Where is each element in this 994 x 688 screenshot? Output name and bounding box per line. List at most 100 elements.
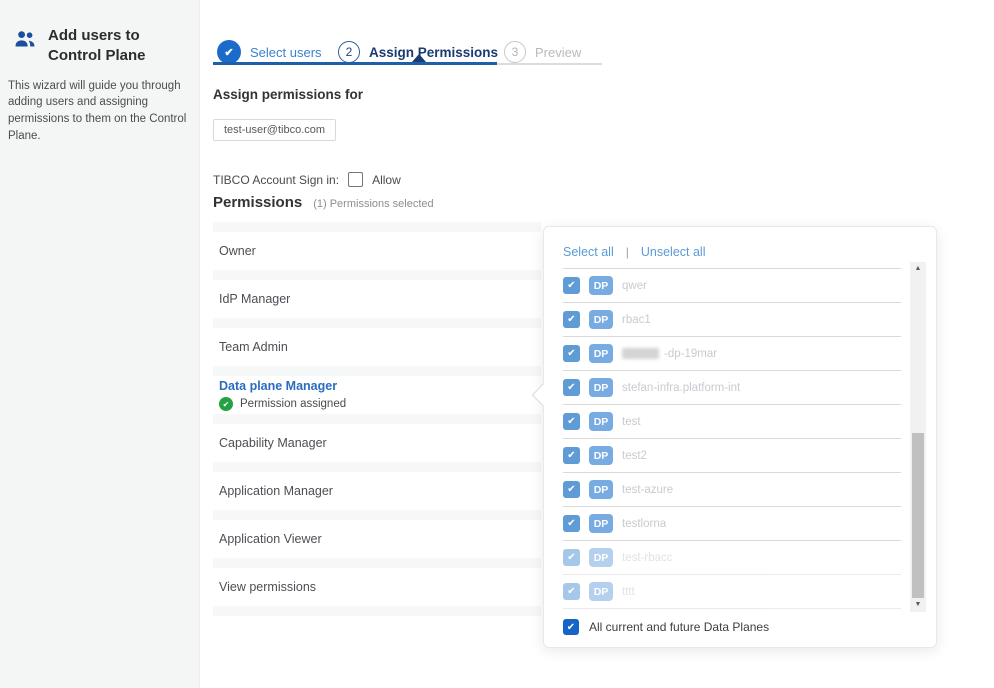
role-label: Team Admin <box>219 340 541 354</box>
wizard-description: This wizard will guide you through addin… <box>0 67 199 145</box>
data-plane-name: -dp-19mar <box>664 348 717 360</box>
permission-role-row[interactable]: IdP Manager <box>213 270 541 318</box>
permission-role-row[interactable]: Capability Manager <box>213 414 541 462</box>
data-plane-checkbox[interactable]: ✔ <box>563 515 580 532</box>
all-data-planes-row: ✔ All current and future Data Planes <box>544 609 936 635</box>
data-plane-picker-panel: Select all | Unselect all ✔ DP qwer ✔ DP… <box>543 226 937 648</box>
select-all-link[interactable]: Select all <box>563 245 614 259</box>
dp-badge: DP <box>589 310 613 329</box>
step-label: Select users <box>250 45 322 60</box>
step-select-users[interactable]: ✔ Select users <box>217 40 322 64</box>
data-plane-row: ✔ DP testlorna <box>563 507 901 541</box>
data-plane-checkbox[interactable]: ✔ <box>563 447 580 464</box>
permission-role-row[interactable]: Owner <box>213 222 541 270</box>
permission-role-row[interactable]: Team Admin <box>213 318 541 366</box>
step-number: 3 <box>504 41 526 63</box>
wizard-sidebar: Add users to Control Plane This wizard w… <box>0 0 200 688</box>
role-label: Data plane Manager <box>219 379 541 393</box>
data-plane-checkbox[interactable]: ✔ <box>563 379 580 396</box>
user-email-chip: test-user@tibco.com <box>213 119 336 141</box>
data-plane-checkbox[interactable]: ✔ <box>563 413 580 430</box>
data-plane-row: ✔ DP test2 <box>563 439 901 473</box>
users-icon <box>13 27 37 51</box>
stepper-progress-line <box>213 62 497 65</box>
active-step-caret-icon <box>412 54 426 62</box>
data-plane-checkbox[interactable]: ✔ <box>563 549 580 566</box>
role-label: View permissions <box>219 580 541 594</box>
dp-badge: DP <box>589 276 613 295</box>
signin-label: TIBCO Account Sign in: <box>213 173 339 187</box>
data-plane-checkbox[interactable]: ✔ <box>563 311 580 328</box>
dp-badge: DP <box>589 378 613 397</box>
data-plane-row: ✔ DP tttt <box>563 575 901 609</box>
data-plane-row: ✔ DP test-rbacc <box>563 541 901 575</box>
role-label: Owner <box>219 244 541 258</box>
account-signin-row: TIBCO Account Sign in: Allow <box>213 172 401 187</box>
data-plane-name: stefan-infra.platform-int <box>622 382 740 394</box>
select-actions-divider: | <box>626 245 629 259</box>
data-plane-checkbox[interactable]: ✔ <box>563 345 580 362</box>
data-plane-row: ✔ DP -dp-19mar <box>563 337 901 371</box>
dp-badge: DP <box>589 480 613 499</box>
permission-role-row[interactable]: Application Manager <box>213 462 541 510</box>
check-circle-icon: ✔ <box>219 397 233 411</box>
role-label: Application Manager <box>219 484 541 498</box>
step-label: Preview <box>535 45 581 60</box>
role-label: Capability Manager <box>219 436 541 450</box>
permission-role-row[interactable]: Application Viewer <box>213 510 541 558</box>
permission-role-row[interactable]: Data plane Manager ✔ Permission assigned <box>213 366 541 414</box>
scrollbar-thumb[interactable] <box>912 433 924 598</box>
dp-badge: DP <box>589 446 613 465</box>
redacted-text <box>622 348 659 359</box>
add-users-wizard: Add users to Control Plane This wizard w… <box>0 0 994 688</box>
all-data-planes-checkbox[interactable]: ✔ <box>563 619 579 635</box>
role-label: Application Viewer <box>219 532 541 546</box>
dp-badge: DP <box>589 514 613 533</box>
dp-badge: DP <box>589 344 613 363</box>
data-plane-checkbox[interactable]: ✔ <box>563 277 580 294</box>
stepper-remaining-line <box>497 63 602 65</box>
data-plane-name: test-azure <box>622 484 673 496</box>
scroll-down-icon[interactable]: ▼ <box>910 598 926 612</box>
flyout-scrollbar[interactable]: ▲ ▼ <box>910 262 926 612</box>
permissions-title: Permissions <box>213 194 302 211</box>
data-plane-checkbox[interactable]: ✔ <box>563 583 580 600</box>
all-data-planes-label: All current and future Data Planes <box>589 620 769 634</box>
role-label: IdP Manager <box>219 292 541 306</box>
permissions-header: Permissions (1) Permissions selected <box>213 194 434 211</box>
data-plane-name: tttt <box>622 586 635 598</box>
wizard-title: Add users to Control Plane <box>48 26 189 67</box>
step-label: Assign Permissions <box>369 45 498 60</box>
data-plane-name: test <box>622 416 641 428</box>
scroll-up-icon[interactable]: ▲ <box>910 262 926 276</box>
role-list-bottom-strip <box>213 606 541 616</box>
sidebar-header: Add users to Control Plane <box>0 0 199 67</box>
permission-assigned-indicator: ✔ Permission assigned <box>219 397 541 411</box>
allow-label: Allow <box>372 173 401 187</box>
unselect-all-link[interactable]: Unselect all <box>641 245 706 259</box>
step-preview[interactable]: 3 Preview <box>504 41 581 63</box>
data-plane-list: ✔ DP qwer ✔ DP rbac1 ✔ DP -dp-19mar ✔ DP… <box>563 269 901 609</box>
data-plane-checkbox[interactable]: ✔ <box>563 481 580 498</box>
data-plane-name: testlorna <box>622 518 666 530</box>
step-number: 2 <box>338 41 360 63</box>
data-plane-row: ✔ DP rbac1 <box>563 303 901 337</box>
data-plane-row: ✔ DP test <box>563 405 901 439</box>
permissions-selected-count: (1) Permissions selected <box>313 198 433 210</box>
data-plane-name: qwer <box>622 280 647 292</box>
select-actions-bar: Select all | Unselect all <box>544 227 936 259</box>
permission-role-row[interactable]: View permissions <box>213 558 541 606</box>
allow-checkbox[interactable] <box>348 172 363 187</box>
data-plane-name: test-rbacc <box>622 552 673 564</box>
permission-role-list: Owner IdP Manager Team Admin Data plane … <box>213 222 541 616</box>
data-plane-row: ✔ DP stefan-infra.platform-int <box>563 371 901 405</box>
assign-for-heading: Assign permissions for <box>213 87 363 102</box>
dp-badge: DP <box>589 582 613 601</box>
data-plane-name: test2 <box>622 450 647 462</box>
step-complete-icon: ✔ <box>217 40 241 64</box>
dp-badge: DP <box>589 548 613 567</box>
data-plane-name: rbac1 <box>622 314 651 326</box>
data-plane-row: ✔ DP qwer <box>563 269 901 303</box>
dp-badge: DP <box>589 412 613 431</box>
assigned-note: Permission assigned <box>240 398 346 410</box>
